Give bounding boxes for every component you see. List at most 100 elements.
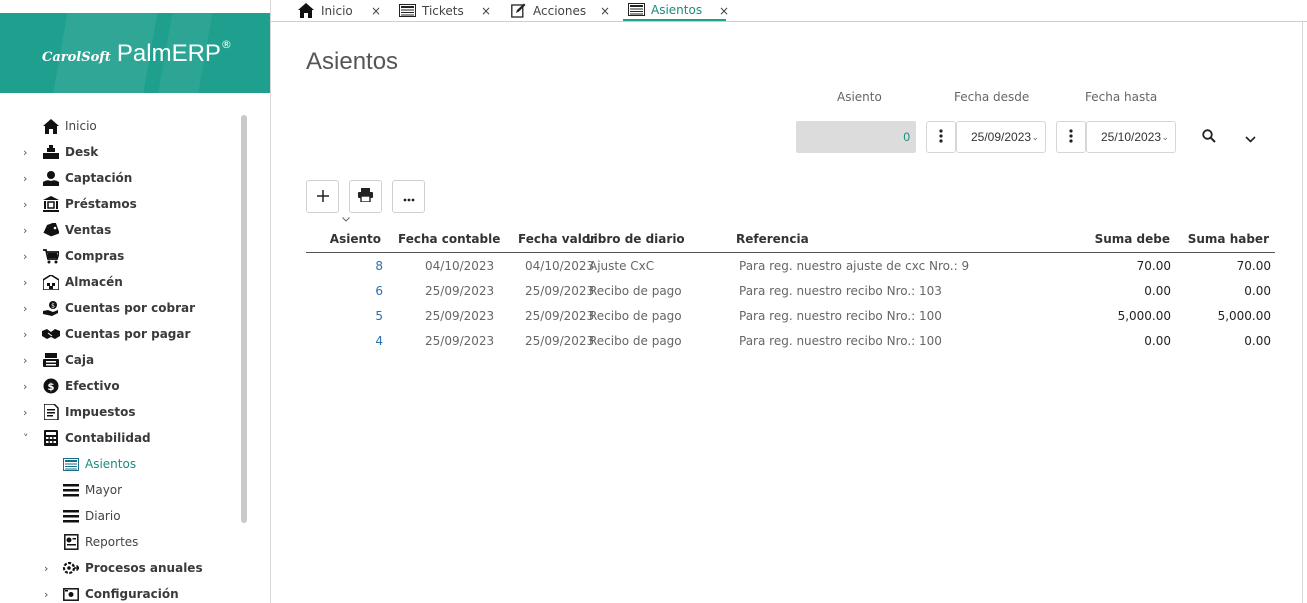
column-header-suma-haber[interactable]: Suma haber (1188, 232, 1269, 246)
sidebar-subitem-mayor[interactable]: Mayor (0, 477, 240, 503)
column-header-libro-de-diario[interactable]: Libro de diario (586, 232, 685, 246)
cell-suma-debe: 0.00 (1144, 334, 1171, 348)
cell-suma-debe: 5,000.00 (1117, 309, 1171, 323)
fecha-desde-label: Fecha desde (954, 90, 1030, 104)
sidebar-item-prestamos[interactable]: › Préstamos (0, 191, 240, 217)
sidebar-scrollbar[interactable] (241, 115, 247, 523)
sidebar-item-configuracion[interactable]: › Configuración (0, 581, 240, 603)
fecha-hasta-select[interactable]: 25/10/2023 ⌄ (1086, 121, 1176, 153)
brand-reg: ® (220, 38, 232, 51)
search-button[interactable] (1200, 128, 1218, 146)
fecha-hasta-value: 25/10/2023 (1101, 130, 1162, 144)
sidebar-subitem-diario[interactable]: Diario (0, 503, 240, 529)
captacion-icon (42, 169, 60, 187)
tab-tickets-close-icon[interactable]: × (481, 0, 491, 21)
table-row[interactable]: 8 04/10/2023 04/10/2023 Ajuste CxC Para … (306, 254, 1275, 279)
chevron-right-icon: › (44, 587, 49, 601)
coins-icon: $ (42, 377, 60, 395)
sidebar-item-label: Impuestos (65, 405, 136, 419)
search-icon (1202, 128, 1216, 147)
column-header-fecha-contable[interactable]: Fecha contable (398, 232, 500, 246)
fecha-hasta-options-button[interactable] (1056, 121, 1086, 153)
cell-referencia: Para reg. nuestro ajuste de cxc Nro.: 9 (739, 259, 970, 273)
tag-icon (42, 221, 60, 239)
cell-fecha-valor: 25/09/2023 (525, 309, 595, 323)
fecha-desde-select[interactable]: 25/09/2023 ⌄ (956, 121, 1046, 153)
chevron-right-icon: › (23, 405, 28, 419)
sidebar-item-almacen[interactable]: › Almacén (0, 269, 240, 295)
sidebar-item-caja[interactable]: › Caja (0, 347, 240, 373)
column-header-fecha-valor[interactable]: Fecha valor (518, 232, 596, 246)
cell-fecha-contable: 25/09/2023 (425, 309, 495, 323)
home-icon (297, 3, 315, 19)
sidebar-item-desk[interactable]: › Desk (0, 139, 240, 165)
sidebar-item-impuestos[interactable]: › Impuestos (0, 399, 240, 425)
sidebar-item-label: Configuración (85, 587, 179, 601)
tab-inicio[interactable]: Inicio (297, 0, 353, 21)
cell-suma-haber: 70.00 (1236, 259, 1271, 273)
tab-label: Acciones (533, 3, 587, 18)
chevron-right-icon: › (23, 249, 28, 263)
cell-libro-de-diario: Recibo de pago (589, 334, 682, 348)
sidebar: CarolSoft PalmERP® Inicio › Desk › Captac… (0, 0, 271, 603)
add-button[interactable] (306, 180, 339, 213)
sidebar-item-label: Compras (65, 249, 125, 263)
chevron-right-icon: › (23, 275, 28, 289)
edit-icon (509, 3, 527, 19)
sidebar-item-inicio[interactable]: Inicio (0, 113, 240, 139)
print-button[interactable] (349, 180, 382, 213)
tab-acciones[interactable]: Acciones (509, 0, 586, 21)
sidebar-item-cuentas-por-pagar[interactable]: › Cuentas por pagar (0, 321, 240, 347)
tab-asientos[interactable]: Asientos (623, 0, 726, 21)
tab-inicio-close-icon[interactable]: × (371, 0, 381, 21)
chevron-right-icon: › (23, 145, 28, 159)
sidebar-item-ventas[interactable]: › Ventas (0, 217, 240, 243)
cell-asiento[interactable]: 6 (375, 279, 383, 304)
table-header: Asiento Fecha contable Fecha valor Libro… (306, 232, 1275, 253)
main-border (1302, 22, 1303, 603)
column-header-asiento[interactable]: Asiento (330, 232, 381, 246)
fecha-desde-value: 25/09/2023 (971, 130, 1032, 144)
asiento-filter-input[interactable] (796, 121, 916, 153)
journal-icon (627, 2, 645, 18)
sidebar-item-cuentas-por-cobrar[interactable]: › $ Cuentas por cobrar (0, 295, 240, 321)
more-options-button[interactable] (392, 180, 425, 213)
cell-asiento[interactable]: 5 (375, 304, 383, 329)
sidebar-item-captacion[interactable]: › Captación (0, 165, 240, 191)
sidebar-item-efectivo[interactable]: › $ Efectivo (0, 373, 240, 399)
invoice-icon (42, 403, 60, 421)
chevron-down-icon: ⌄ (1161, 131, 1169, 142)
cell-suma-haber: 0.00 (1244, 284, 1271, 298)
home-icon (42, 117, 60, 135)
sidebar-item-procesos-anuales[interactable]: › Procesos anuales (0, 555, 240, 581)
column-header-referencia[interactable]: Referencia (736, 232, 809, 246)
sidebar-item-compras[interactable]: › Compras (0, 243, 240, 269)
sidebar-item-label: Cuentas por cobrar (65, 301, 195, 315)
sidebar-item-contabilidad[interactable]: ˅ Contabilidad (0, 425, 240, 451)
table-row[interactable]: 5 25/09/2023 25/09/2023 Recibo de pago P… (306, 304, 1275, 329)
sidebar-subitem-asientos[interactable]: Asientos (0, 451, 240, 477)
tab-tickets[interactable]: Tickets (398, 0, 464, 21)
journal-icon (62, 455, 80, 473)
print-icon (358, 187, 373, 206)
tab-acciones-close-icon[interactable]: × (600, 0, 610, 21)
cell-asiento[interactable]: 8 (375, 254, 383, 279)
tab-label: Inicio (321, 3, 353, 18)
column-header-suma-debe[interactable]: Suma debe (1095, 232, 1170, 246)
calculator-icon (42, 429, 60, 447)
plus-icon (316, 187, 329, 206)
svg-text:$: $ (51, 303, 55, 310)
add-options-chevron[interactable] (341, 212, 351, 222)
cell-asiento[interactable]: 4 (375, 329, 383, 354)
fecha-desde-options-button[interactable] (926, 121, 956, 153)
expand-filters-button[interactable] (1241, 129, 1259, 145)
sidebar-item-label: Contabilidad (65, 431, 151, 445)
asiento-filter-label: Asiento (837, 90, 882, 104)
tab-asientos-close-icon[interactable]: × (719, 0, 729, 21)
handshake-icon (42, 325, 60, 343)
sidebar-item-label: Mayor (85, 483, 123, 497)
cell-referencia: Para reg. nuestro recibo Nro.: 100 (739, 309, 942, 323)
sidebar-subitem-reportes[interactable]: Reportes (0, 529, 240, 555)
table-row[interactable]: 4 25/09/2023 25/09/2023 Recibo de pago P… (306, 329, 1275, 354)
table-row[interactable]: 6 25/09/2023 25/09/2023 Recibo de pago P… (306, 279, 1275, 304)
